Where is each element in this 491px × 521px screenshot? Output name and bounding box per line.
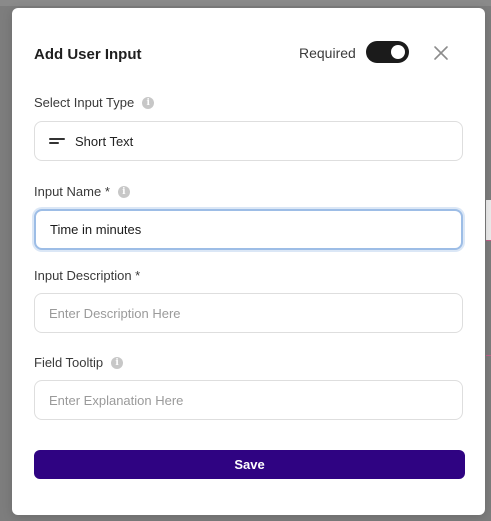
modal-title: Add User Input [34,46,142,63]
input-type-label: Select Input Type [34,95,135,110]
required-label: Required [299,45,356,61]
input-type-select[interactable]: Short Text [34,121,463,161]
toggle-knob [391,45,405,59]
short-text-icon [49,137,65,145]
input-name-field[interactable]: Time in minutes [34,209,463,250]
background-panel [486,200,491,240]
input-name-value: Time in minutes [50,222,142,237]
input-name-label-row: Input Name * i [34,184,130,199]
field-tooltip-placeholder: Enter Explanation Here [49,392,184,408]
field-tooltip-label-row: Field Tooltip i [34,355,124,370]
info-icon[interactable]: i [117,185,130,198]
add-user-input-modal: Add User Input Required Select Input Typ… [12,8,485,515]
save-button[interactable]: Save [34,450,465,479]
info-icon[interactable]: i [111,356,124,369]
input-description-label: Input Description * [34,268,141,283]
close-icon[interactable] [432,44,450,62]
field-tooltip-label: Field Tooltip [34,355,104,370]
background-panel [0,0,491,6]
input-name-label: Input Name * [34,184,110,199]
input-type-label-row: Select Input Type i [34,95,155,110]
modal-header: Add User Input Required [34,41,465,66]
required-toggle[interactable] [366,41,409,63]
background-divider [486,240,491,241]
background-divider [486,355,491,356]
input-description-field[interactable]: Enter Description Here [34,293,463,333]
input-description-placeholder: Enter Description Here [49,305,181,321]
info-icon[interactable]: i [142,96,155,109]
input-type-value: Short Text [75,133,134,149]
field-tooltip-field[interactable]: Enter Explanation Here [34,380,463,420]
input-description-label-row: Input Description * [34,268,140,283]
